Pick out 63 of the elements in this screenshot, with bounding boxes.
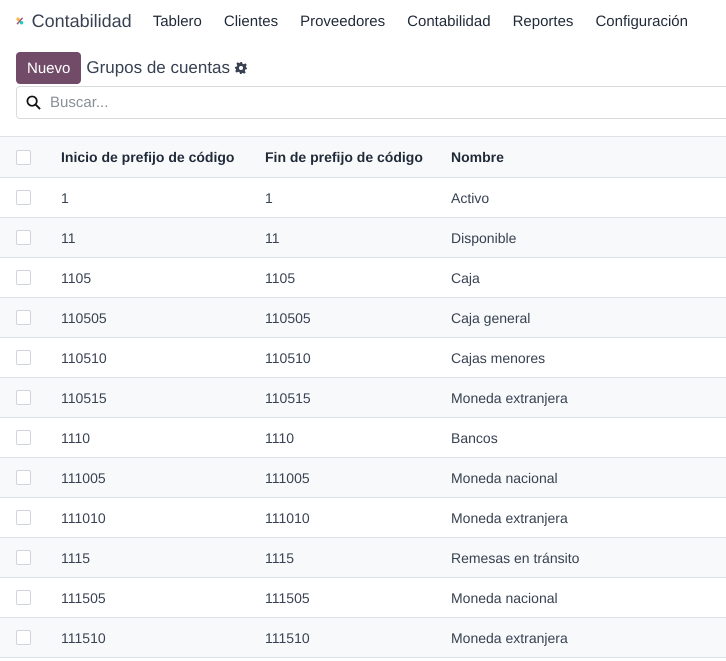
- search-field[interactable]: Buscar...: [16, 86, 726, 119]
- table-cell-text: 11: [61, 230, 77, 246]
- table-cell-text: Caja general: [451, 310, 532, 326]
- table-cell-text: 110505: [265, 310, 312, 326]
- table-cell-text: 1105: [265, 270, 296, 286]
- table-cell-text: 1115: [265, 550, 296, 566]
- table-cell-text: Moneda nacional: [451, 470, 559, 486]
- checkbox[interactable]: [16, 430, 31, 445]
- column-header[interactable]: Inicio de prefijo de código: [61, 149, 265, 165]
- checkbox[interactable]: [16, 350, 31, 365]
- table-cell-text: 111005: [265, 470, 311, 486]
- table-cell-text: Remesas en tránsito: [451, 550, 580, 566]
- table-cell-text: 110515: [61, 390, 108, 406]
- table-cell-text: Cajas menores: [451, 350, 546, 366]
- table-cell-text: 1110: [61, 430, 92, 446]
- table-cell-text: 111010: [61, 510, 107, 526]
- checkbox[interactable]: [16, 230, 31, 245]
- settings-icon[interactable]: [235, 62, 248, 74]
- table-cell-text: Activo: [451, 190, 490, 206]
- checkbox[interactable]: [16, 550, 31, 565]
- menu-item[interactable]: Proveedores: [300, 12, 386, 30]
- menu-item[interactable]: Clientes: [224, 12, 278, 30]
- table-cell-text: 111010: [265, 510, 311, 526]
- table-cell-text: Moneda extranjera: [451, 510, 569, 526]
- table-cell-text: 11: [265, 230, 281, 246]
- table-cell-text: 1105: [61, 270, 92, 286]
- checkbox[interactable]: [16, 310, 31, 325]
- menu-item[interactable]: Tablero: [152, 12, 202, 30]
- checkbox[interactable]: [16, 270, 31, 285]
- table-cell-text: 111510: [61, 630, 107, 646]
- menu-item[interactable]: Configuración: [595, 12, 688, 30]
- checkbox[interactable]: [16, 390, 31, 405]
- menu-item[interactable]: Contabilidad: [407, 12, 491, 30]
- table-cell-text: 1115: [61, 550, 92, 566]
- app-name[interactable]: Contabilidad: [32, 10, 132, 32]
- checkbox[interactable]: [16, 590, 31, 605]
- table-cell-text: 110505: [61, 310, 108, 326]
- table-cell-text: Moneda extranjera: [451, 390, 569, 406]
- table-cell-text: 1: [61, 190, 70, 206]
- table-cell-text: Caja: [451, 270, 481, 286]
- table-cell-text: 1: [265, 190, 274, 206]
- table-cell-text: 110515: [265, 390, 312, 406]
- checkbox[interactable]: [16, 510, 31, 525]
- table-cell-text: 110510: [265, 350, 312, 366]
- new-button[interactable]: Nuevo: [16, 52, 82, 84]
- table-cell-text: 110510: [61, 350, 108, 366]
- menu-item[interactable]: Reportes: [512, 12, 574, 30]
- column-header[interactable]: Nombre: [451, 149, 726, 165]
- table-cell-text: 111005: [61, 470, 107, 486]
- table-cell-text: 111505: [265, 590, 311, 606]
- table-cell-text: 111510: [265, 630, 311, 646]
- table-cell-text: Bancos: [451, 430, 499, 446]
- checkbox[interactable]: [16, 190, 31, 205]
- checkbox[interactable]: [16, 630, 31, 645]
- table-cell-text: Moneda nacional: [451, 590, 559, 606]
- checkbox[interactable]: [16, 150, 31, 164]
- page-title: Grupos de cuentas: [86, 58, 230, 78]
- checkbox[interactable]: [16, 470, 31, 485]
- table-cell-text: 1110: [265, 430, 296, 446]
- table-cell-text: 111505: [61, 590, 107, 606]
- column-header[interactable]: Fin de prefijo de código: [265, 149, 451, 165]
- table-cell-text: Moneda extranjera: [451, 630, 569, 646]
- table-cell-text: Disponible: [451, 230, 518, 246]
